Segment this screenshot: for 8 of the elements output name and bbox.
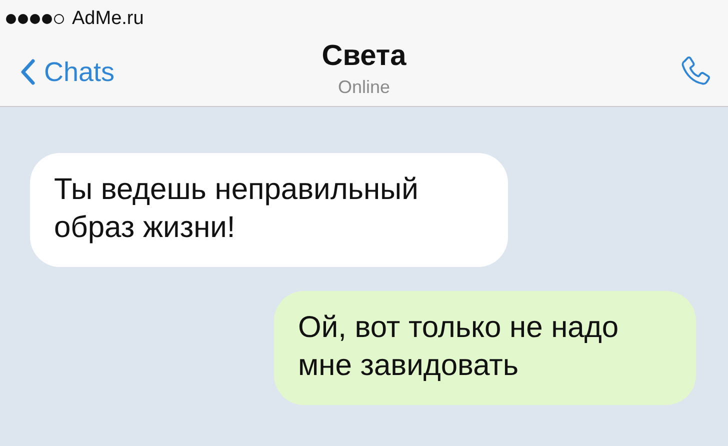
carrier-name: AdMe.ru [72, 8, 144, 30]
online-status: Online [338, 77, 390, 98]
message-bubble: Ты ведешь неправильный образ жизни! [30, 153, 508, 267]
signal-icon [6, 14, 64, 24]
chat-title: Света [322, 40, 406, 73]
chevron-icon [20, 58, 36, 86]
message-bubble: Ой, вот только не надо мне завидовать [274, 291, 696, 405]
back-button[interactable]: Chats [20, 56, 115, 88]
